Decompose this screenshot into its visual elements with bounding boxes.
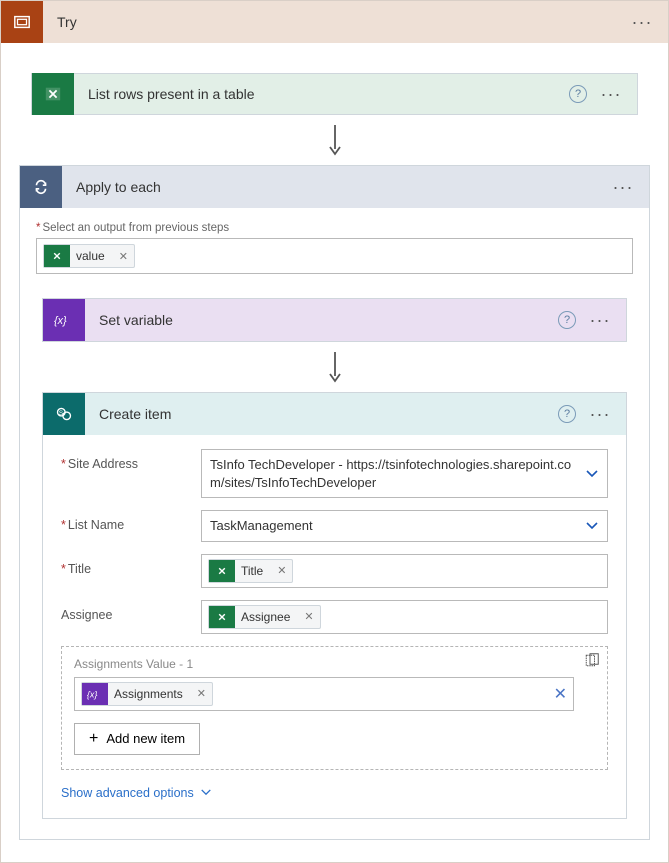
token-value[interactable]: value ✕ [43,244,135,268]
action-create-item-title: Create item [85,406,558,422]
action-create-item: S Create item ? ··· *Site Address [42,392,627,819]
svg-text:{x}: {x} [54,315,67,327]
svg-text:S: S [59,410,63,417]
chevron-down-icon[interactable] [585,469,599,479]
select-output-label: Select an output from previous steps [36,222,633,234]
arrow-down-icon [36,342,633,392]
action-menu[interactable]: ··· [611,182,635,192]
token-remove[interactable]: ✕ [298,610,319,623]
action-menu[interactable]: ··· [588,315,612,325]
assignee-label: Assignee [61,600,201,622]
variable-token-icon: {x} [82,683,108,705]
token-label: Assignments [108,687,191,701]
assignments-label: Assignments Value - 1 [74,657,595,671]
excel-token-icon [209,606,235,628]
scope-title: Try [43,14,630,30]
title-input[interactable]: Title ✕ [201,554,608,588]
arrow-down-icon [19,115,650,165]
variable-icon: {x} [43,299,85,341]
assignments-group: Assignments Value - 1 {x} Assignments ✕ … [61,646,608,770]
action-menu[interactable]: ··· [599,89,623,99]
excel-icon [32,73,74,115]
excel-token-icon [209,560,235,582]
assignments-input[interactable]: {x} Assignments ✕ ✕ [74,677,574,711]
token-remove[interactable]: ✕ [113,250,134,263]
clear-icon[interactable]: ✕ [554,684,567,704]
delete-group-icon[interactable] [584,653,599,668]
sharepoint-icon: S [43,393,85,435]
scope-try-header[interactable]: Try ··· [1,1,668,43]
list-name-select[interactable]: TaskManagement [201,510,608,542]
token-remove[interactable]: ✕ [191,687,212,700]
excel-token-icon [44,245,70,267]
title-label: *Title [61,554,201,576]
token-assignee[interactable]: Assignee ✕ [208,605,321,629]
list-name-value: TaskManagement [210,517,577,535]
token-title[interactable]: Title ✕ [208,559,293,583]
svg-text:{x}: {x} [87,689,98,699]
chevron-down-icon[interactable] [585,521,599,531]
list-name-label: *List Name [61,510,201,532]
show-advanced-options[interactable]: Show advanced options [61,786,212,800]
token-assignments[interactable]: {x} Assignments ✕ [81,682,213,706]
token-label: Title [235,564,271,578]
foreach-icon [20,166,62,208]
site-address-select[interactable]: TsInfo TechDeveloper - https://tsinfotec… [201,449,608,498]
scope-icon [1,1,43,43]
action-set-variable-title: Set variable [85,312,558,328]
help-icon[interactable]: ? [569,85,587,103]
action-menu[interactable]: ··· [588,409,612,419]
action-apply-to-each: Apply to each ··· Select an output from … [19,165,650,840]
scope-try: Try ··· List rows present in a table ? ·… [0,0,669,863]
action-set-variable: {x} Set variable ? ··· [42,298,627,342]
action-list-rows-title: List rows present in a table [74,86,569,102]
scope-menu[interactable]: ··· [630,17,654,27]
token-label: value [70,249,113,263]
action-set-variable-header[interactable]: {x} Set variable ? ··· [43,299,626,341]
action-apply-to-each-title: Apply to each [62,179,611,195]
site-address-label: *Site Address [61,449,201,471]
advanced-label: Show advanced options [61,786,194,800]
help-icon[interactable]: ? [558,405,576,423]
action-apply-to-each-header[interactable]: Apply to each ··· [20,166,649,208]
select-output-input[interactable]: value ✕ [36,238,633,274]
token-remove[interactable]: ✕ [271,564,292,577]
token-label: Assignee [235,610,298,624]
site-address-value: TsInfo TechDeveloper - https://tsinfotec… [210,456,577,491]
action-list-rows-header[interactable]: List rows present in a table ? ··· [31,73,638,115]
add-item-label: Add new item [106,731,185,746]
action-create-item-header[interactable]: S Create item ? ··· [43,393,626,435]
chevron-down-icon [200,788,212,797]
help-icon[interactable]: ? [558,311,576,329]
add-new-item-button[interactable]: + Add new item [74,723,200,755]
action-list-rows: List rows present in a table ? ··· [31,73,638,115]
assignee-input[interactable]: Assignee ✕ [201,600,608,634]
